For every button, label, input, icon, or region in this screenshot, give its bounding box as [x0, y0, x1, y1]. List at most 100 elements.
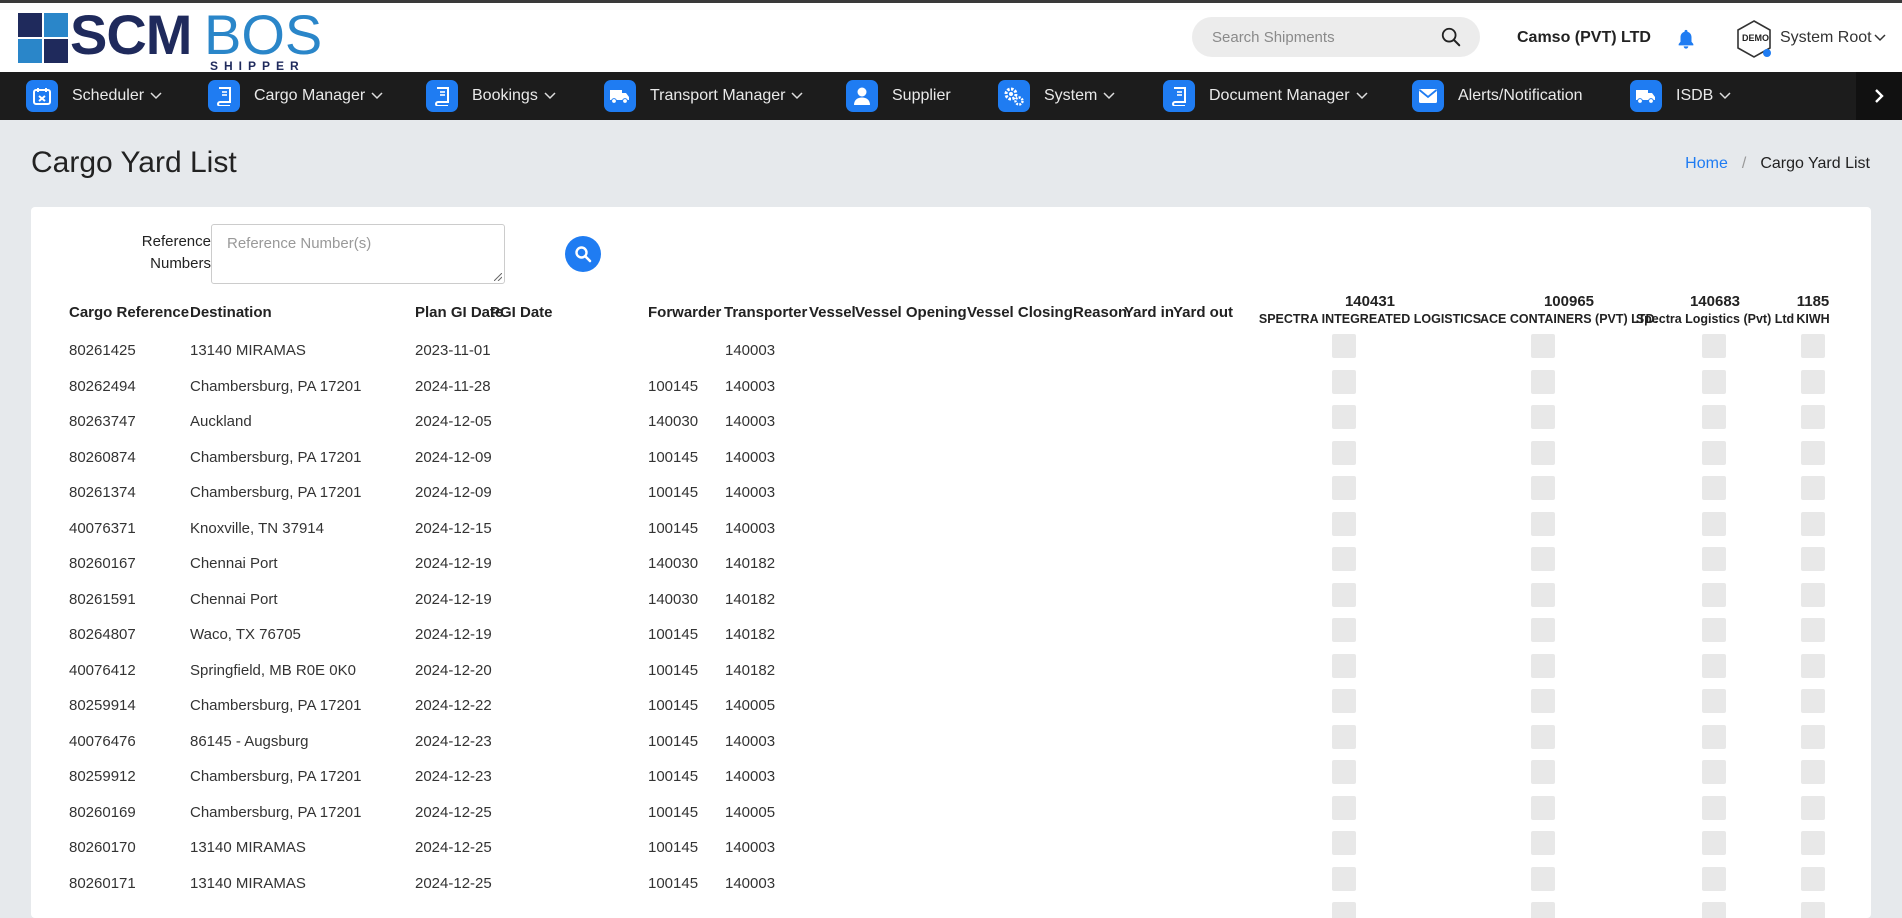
breadcrumb-home-link[interactable]: Home: [1685, 155, 1728, 173]
yard-checkbox[interactable]: [1702, 405, 1726, 429]
yard-checkbox[interactable]: [1702, 689, 1726, 713]
nav-system[interactable]: System: [998, 72, 1115, 120]
yard-checkbox[interactable]: [1801, 334, 1825, 358]
company-name[interactable]: Camso (PVT) LTD: [1517, 29, 1651, 47]
yard-checkbox[interactable]: [1531, 334, 1555, 358]
yard-checkbox[interactable]: [1801, 512, 1825, 536]
yard-checkbox[interactable]: [1702, 654, 1726, 678]
yard-checkbox[interactable]: [1702, 902, 1726, 918]
yard-checkbox[interactable]: [1702, 547, 1726, 571]
user-menu[interactable]: System Root: [1780, 29, 1872, 47]
yard-checkbox[interactable]: [1332, 583, 1356, 607]
nav-isdb[interactable]: ISDB: [1630, 72, 1731, 120]
yard-checkbox[interactable]: [1801, 618, 1825, 642]
yard-checkbox[interactable]: [1801, 654, 1825, 678]
yard-checkbox[interactable]: [1332, 760, 1356, 784]
nav-scroll-right-button[interactable]: [1856, 72, 1902, 120]
yard-checkbox[interactable]: [1531, 689, 1555, 713]
col-yard-out[interactable]: Yard out: [1173, 304, 1233, 321]
yard-checkbox[interactable]: [1531, 760, 1555, 784]
yard-checkbox[interactable]: [1801, 760, 1825, 784]
yard-checkbox[interactable]: [1332, 796, 1356, 820]
yard-checkbox[interactable]: [1801, 831, 1825, 855]
yard-checkbox[interactable]: [1801, 547, 1825, 571]
yard-checkbox[interactable]: [1332, 441, 1356, 465]
yard-checkbox[interactable]: [1702, 334, 1726, 358]
yard-checkbox[interactable]: [1801, 725, 1825, 749]
nav-bookings[interactable]: Bookings: [426, 72, 556, 120]
nav-supplier[interactable]: Supplier: [846, 72, 951, 120]
yard-checkbox[interactable]: [1801, 796, 1825, 820]
nav-transport-manager[interactable]: Transport Manager: [604, 72, 803, 120]
resize-handle-icon[interactable]: [494, 273, 502, 281]
yard-checkbox[interactable]: [1801, 405, 1825, 429]
chevron-down-icon[interactable]: [1874, 33, 1886, 43]
yard-checkbox[interactable]: [1332, 618, 1356, 642]
yard-checkbox[interactable]: [1332, 654, 1356, 678]
yard-checkbox[interactable]: [1531, 405, 1555, 429]
yard-checkbox[interactable]: [1332, 476, 1356, 500]
yard-checkbox[interactable]: [1332, 370, 1356, 394]
nav-cargo-manager[interactable]: Cargo Manager: [208, 72, 383, 120]
yard-checkbox[interactable]: [1332, 725, 1356, 749]
search-icon[interactable]: [1440, 26, 1462, 48]
yard-checkbox[interactable]: [1702, 760, 1726, 784]
yard-checkbox[interactable]: [1702, 796, 1726, 820]
yard-checkbox[interactable]: [1332, 867, 1356, 891]
yard-checkbox[interactable]: [1531, 476, 1555, 500]
reference-numbers-input[interactable]: Reference Number(s): [211, 224, 505, 284]
col-transporter[interactable]: Transporter: [724, 304, 807, 321]
yard-checkbox[interactable]: [1531, 618, 1555, 642]
yard-checkbox[interactable]: [1702, 583, 1726, 607]
col-pgi-date[interactable]: PGI Date: [490, 304, 553, 321]
brand-logo[interactable]: SCM BOS SHIPPER: [18, 5, 328, 73]
yard-checkbox[interactable]: [1702, 618, 1726, 642]
shipment-search-input[interactable]: Search Shipments: [1192, 17, 1480, 57]
avatar[interactable]: DEMO: [1735, 19, 1773, 59]
nav-scheduler[interactable]: Scheduler: [26, 72, 162, 120]
yard-checkbox[interactable]: [1702, 867, 1726, 891]
yard-checkbox[interactable]: [1531, 867, 1555, 891]
yard-checkbox[interactable]: [1332, 334, 1356, 358]
yard-checkbox[interactable]: [1531, 547, 1555, 571]
yard-checkbox[interactable]: [1531, 583, 1555, 607]
yard-checkbox[interactable]: [1332, 902, 1356, 918]
col-vessel-opening[interactable]: Vessel Opening: [855, 304, 967, 321]
col-yard-in[interactable]: Yard in: [1124, 304, 1174, 321]
yard-checkbox[interactable]: [1702, 831, 1726, 855]
yard-checkbox[interactable]: [1332, 512, 1356, 536]
yard-checkbox[interactable]: [1531, 725, 1555, 749]
yard-checkbox[interactable]: [1531, 831, 1555, 855]
col-vessel[interactable]: Vessel: [809, 304, 856, 321]
yard-checkbox[interactable]: [1332, 547, 1356, 571]
yard-checkbox[interactable]: [1702, 725, 1726, 749]
search-button[interactable]: [565, 236, 601, 272]
yard-checkbox[interactable]: [1531, 370, 1555, 394]
nav-alerts-notification[interactable]: Alerts/Notification: [1412, 72, 1583, 120]
yard-checkbox[interactable]: [1332, 831, 1356, 855]
yard-checkbox[interactable]: [1332, 689, 1356, 713]
yard-checkbox[interactable]: [1801, 476, 1825, 500]
yard-checkbox[interactable]: [1801, 583, 1825, 607]
col-reason[interactable]: Reason: [1073, 304, 1127, 321]
yard-checkbox[interactable]: [1801, 441, 1825, 465]
yard-checkbox[interactable]: [1531, 902, 1555, 918]
col-forwarder[interactable]: Forwarder: [648, 304, 721, 321]
yard-checkbox[interactable]: [1332, 405, 1356, 429]
yard-checkbox[interactable]: [1702, 441, 1726, 465]
col-cargo-reference[interactable]: Cargo Reference: [69, 304, 189, 321]
yard-checkbox[interactable]: [1531, 512, 1555, 536]
yard-checkbox[interactable]: [1531, 441, 1555, 465]
yard-checkbox[interactable]: [1702, 512, 1726, 536]
yard-checkbox[interactable]: [1801, 902, 1825, 918]
col-destination[interactable]: Destination: [190, 304, 272, 321]
nav-document-manager[interactable]: Document Manager: [1163, 72, 1368, 120]
yard-checkbox[interactable]: [1702, 476, 1726, 500]
yard-checkbox[interactable]: [1801, 370, 1825, 394]
yard-checkbox[interactable]: [1801, 689, 1825, 713]
col-vessel-closing[interactable]: Vessel Closing: [967, 304, 1073, 321]
yard-checkbox[interactable]: [1702, 370, 1726, 394]
yard-checkbox[interactable]: [1531, 796, 1555, 820]
yard-checkbox[interactable]: [1801, 867, 1825, 891]
yard-checkbox[interactable]: [1531, 654, 1555, 678]
